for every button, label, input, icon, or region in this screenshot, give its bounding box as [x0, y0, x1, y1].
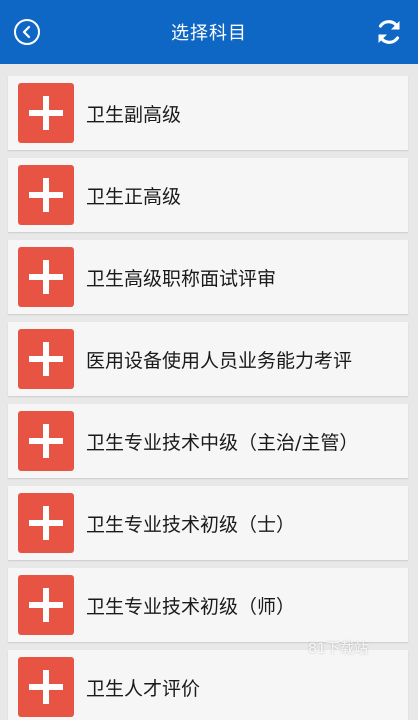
subject-label: 卫生人才评价	[86, 677, 201, 700]
plus-icon[interactable]	[18, 411, 74, 471]
plus-icon[interactable]	[18, 83, 74, 143]
plus-icon[interactable]	[18, 329, 74, 389]
subject-label: 卫生专业技术初级（师）	[86, 595, 296, 618]
subject-item[interactable]: 卫生专业技术中级（主治/主管）	[8, 404, 408, 478]
refresh-button[interactable]	[374, 17, 404, 47]
plus-icon[interactable]	[18, 165, 74, 225]
subject-item[interactable]: 卫生正高级	[8, 158, 408, 232]
plus-icon[interactable]	[18, 575, 74, 635]
subject-label: 卫生专业技术初级（士）	[86, 513, 296, 536]
subject-label: 卫生高级职称面试评审	[86, 267, 277, 290]
subject-item[interactable]: 卫生副高级	[8, 76, 408, 150]
subject-item[interactable]: 卫生人才评价	[8, 650, 408, 720]
plus-icon[interactable]	[18, 493, 74, 553]
refresh-icon	[378, 20, 400, 44]
watermark-text: 81下载站	[308, 641, 368, 657]
page-title: 选择科目	[171, 23, 247, 44]
header-bar: 选择科目	[0, 0, 418, 64]
subject-item[interactable]: 卫生专业技术初级（士）	[8, 486, 408, 560]
subject-label: 卫生副高级	[86, 103, 182, 126]
back-button[interactable]	[14, 19, 40, 45]
subject-label: 卫生专业技术中级（主治/主管）	[86, 431, 359, 454]
subject-label: 医用设备使用人员业务能力考评	[86, 349, 353, 372]
subject-label: 卫生正高级	[86, 185, 182, 208]
subject-item[interactable]: 卫生专业技术初级（师）	[8, 568, 408, 642]
app-root: 选择科目 卫生副高级 卫生正高级 卫生高级职称面试评审 医用设备使用人员业务能力…	[0, 0, 418, 720]
back-circle-icon	[22, 25, 31, 39]
plus-icon[interactable]	[18, 247, 74, 307]
subject-list: 卫生副高级 卫生正高级 卫生高级职称面试评审 医用设备使用人员业务能力考评 卫生…	[8, 76, 408, 720]
plus-icon[interactable]	[18, 657, 74, 717]
subject-item[interactable]: 医用设备使用人员业务能力考评	[8, 322, 408, 396]
subject-item[interactable]: 卫生高级职称面试评审	[8, 240, 408, 314]
